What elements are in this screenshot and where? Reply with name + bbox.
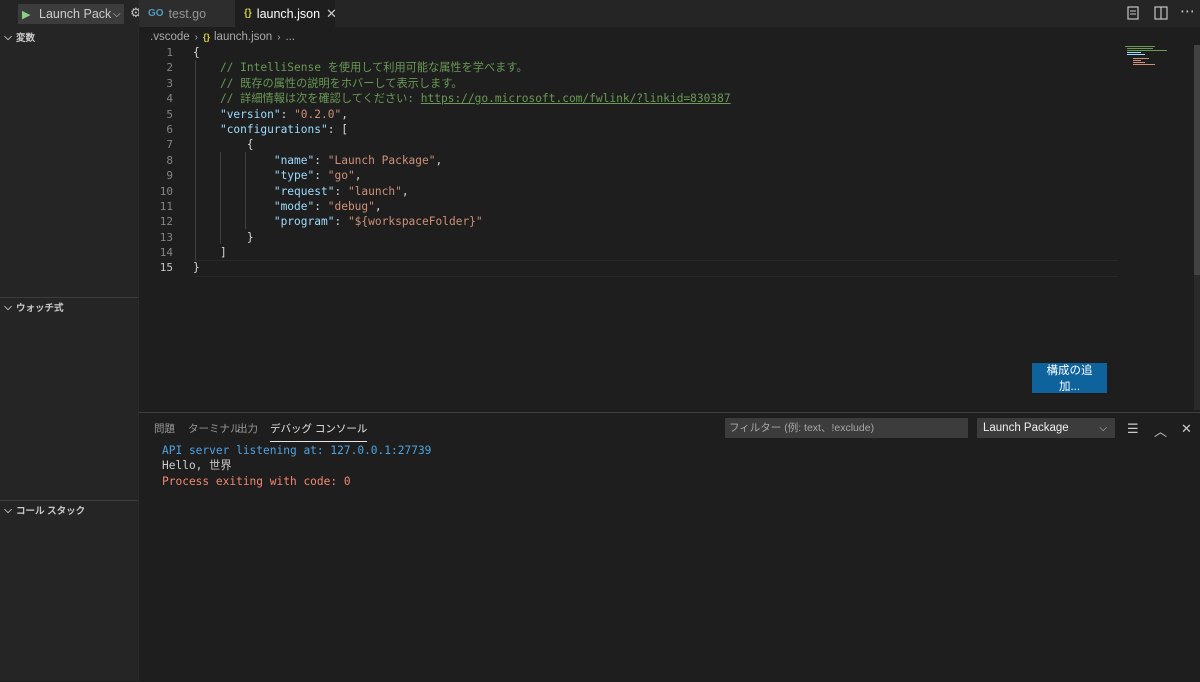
line-number-gutter: 1 2 3 4 5 6 7 8 9 10 11 12 13 14 15 bbox=[139, 45, 173, 276]
watch-section-header[interactable]: ⌵ ウォッチ式 bbox=[0, 297, 138, 317]
json-file-icon: {} bbox=[202, 32, 210, 42]
code-line[interactable]: } bbox=[193, 230, 1118, 245]
tab-problems[interactable]: 問題 bbox=[154, 421, 175, 441]
code-line[interactable]: "name": "Launch Package", bbox=[193, 153, 1118, 168]
code-line[interactable]: { bbox=[193, 45, 1118, 60]
tab-launch-json[interactable]: {} launch.json ✕ bbox=[235, 0, 337, 27]
code-line[interactable]: "program": "${workspaceFolder}" bbox=[193, 214, 1118, 229]
code-line[interactable]: ] bbox=[193, 245, 1118, 260]
variables-section-header[interactable]: ⌵ 変数 bbox=[0, 27, 138, 47]
tab-debug-console[interactable]: デバッグ コンソール bbox=[270, 421, 368, 442]
line-number: 9 bbox=[166, 169, 173, 183]
debug-console-output: API server listening at: 127.0.0.1:27739… bbox=[162, 443, 431, 489]
chevron-down-icon: ⌵ bbox=[4, 301, 12, 313]
add-configuration-button[interactable]: 構成の追加... bbox=[1032, 363, 1107, 393]
line-number: 1 bbox=[166, 46, 173, 59]
tab-label: launch.json bbox=[256, 6, 321, 21]
tab-label: test.go bbox=[168, 6, 207, 21]
line-number: 8 bbox=[166, 153, 173, 167]
debug-sidebar: ⌵ 変数 ⌵ ウォッチ式 ⌵ コール スタック bbox=[0, 27, 138, 681]
bottom-panel: 問題 ターミナル 出力 デバッグ コンソール Launch Package ⌵ … bbox=[139, 412, 1200, 682]
line-number: 6 bbox=[166, 122, 173, 136]
line-number: 2 bbox=[166, 61, 173, 75]
config-select-value: Launch Package bbox=[983, 422, 1069, 434]
section-label: コール スタック bbox=[16, 506, 86, 517]
tab-test-go[interactable]: GO test.go bbox=[139, 0, 235, 27]
line-number: 12 bbox=[159, 215, 173, 229]
line-number: 5 bbox=[166, 107, 173, 121]
maximize-panel-icon[interactable]: ︿ bbox=[1154, 421, 1167, 440]
chevron-right-icon: › bbox=[277, 31, 281, 43]
code-line[interactable]: "version": "0.2.0", bbox=[193, 107, 1118, 122]
code-line[interactable]: { bbox=[193, 137, 1118, 152]
breadcrumb-file[interactable]: launch.json bbox=[214, 31, 272, 43]
breadcrumb-folder[interactable]: .vscode bbox=[150, 31, 190, 43]
line-number: 10 bbox=[159, 184, 173, 198]
code-line[interactable]: "request": "launch", bbox=[193, 184, 1118, 199]
launch-config-select[interactable]: ▶ Launch Package ⌵ bbox=[18, 4, 124, 24]
more-icon[interactable]: ⋯ bbox=[1180, 2, 1195, 20]
code-line[interactable]: // 既存の属性の説明をホバーして表示します。 bbox=[193, 76, 1118, 91]
breadcrumb: .vscode › {} launch.json › ... bbox=[150, 29, 295, 45]
code-editor[interactable]: { // IntelliSense を使用して利用可能な属性を学べます。 // … bbox=[193, 45, 1118, 276]
compare-icon[interactable] bbox=[1126, 6, 1140, 20]
launch-config-label: Launch Package bbox=[39, 7, 111, 21]
collapse-all-icon[interactable]: ☰ bbox=[1127, 421, 1139, 437]
code-line[interactable]: "type": "go", bbox=[193, 168, 1118, 183]
section-label: ウォッチ式 bbox=[16, 303, 64, 314]
chevron-down-icon: ⌵ bbox=[4, 31, 12, 43]
close-icon[interactable]: ✕ bbox=[326, 6, 337, 22]
console-line: Hello, 世界 bbox=[162, 459, 232, 473]
tab-output[interactable]: 出力 bbox=[237, 421, 258, 441]
console-line: Process exiting with code: 0 bbox=[162, 474, 351, 488]
line-number: 15 bbox=[159, 261, 173, 275]
breadcrumb-more[interactable]: ... bbox=[286, 31, 296, 43]
code-line[interactable]: // 詳細情報は次を確認してください: https://go.microsoft… bbox=[193, 91, 1118, 106]
line-number: 13 bbox=[159, 230, 173, 244]
code-line[interactable]: "configurations": [ bbox=[193, 122, 1118, 137]
chevron-right-icon: › bbox=[194, 31, 198, 43]
debug-toolbar: ▶ Launch Package ⌵ ⚙ bbox=[0, 0, 142, 27]
console-config-select[interactable]: Launch Package ⌵ bbox=[977, 418, 1115, 438]
call-stack-section-header[interactable]: ⌵ コール スタック bbox=[0, 500, 138, 520]
code-line[interactable]: } bbox=[193, 260, 1118, 275]
tab-terminal[interactable]: ターミナル bbox=[188, 421, 241, 441]
scrollbar-track bbox=[1194, 275, 1200, 410]
code-line[interactable]: "mode": "debug", bbox=[193, 199, 1118, 214]
editor-vertical-scrollbar[interactable] bbox=[1194, 45, 1200, 275]
chevron-down-icon: ⌵ bbox=[1099, 422, 1107, 434]
chevron-down-icon: ⌵ bbox=[113, 8, 121, 20]
console-line: API server listening at: 127.0.0.1:27739 bbox=[162, 444, 432, 457]
close-panel-icon[interactable]: ✕ bbox=[1181, 421, 1192, 437]
line-number: 4 bbox=[166, 92, 173, 106]
play-icon[interactable]: ▶ bbox=[22, 8, 36, 21]
minimap[interactable] bbox=[1124, 45, 1194, 70]
line-number: 3 bbox=[166, 76, 173, 90]
console-filter-input[interactable] bbox=[725, 418, 968, 438]
line-number: 14 bbox=[159, 246, 173, 260]
section-label: 変数 bbox=[16, 33, 36, 44]
json-file-icon: {} bbox=[244, 8, 252, 19]
split-editor-icon[interactable] bbox=[1154, 6, 1168, 20]
code-line[interactable]: // IntelliSense を使用して利用可能な属性を学べます。 bbox=[193, 60, 1118, 75]
chevron-down-icon: ⌵ bbox=[4, 504, 12, 516]
line-number: 7 bbox=[166, 138, 173, 152]
line-number: 11 bbox=[159, 199, 173, 213]
go-file-icon: GO bbox=[148, 8, 164, 19]
